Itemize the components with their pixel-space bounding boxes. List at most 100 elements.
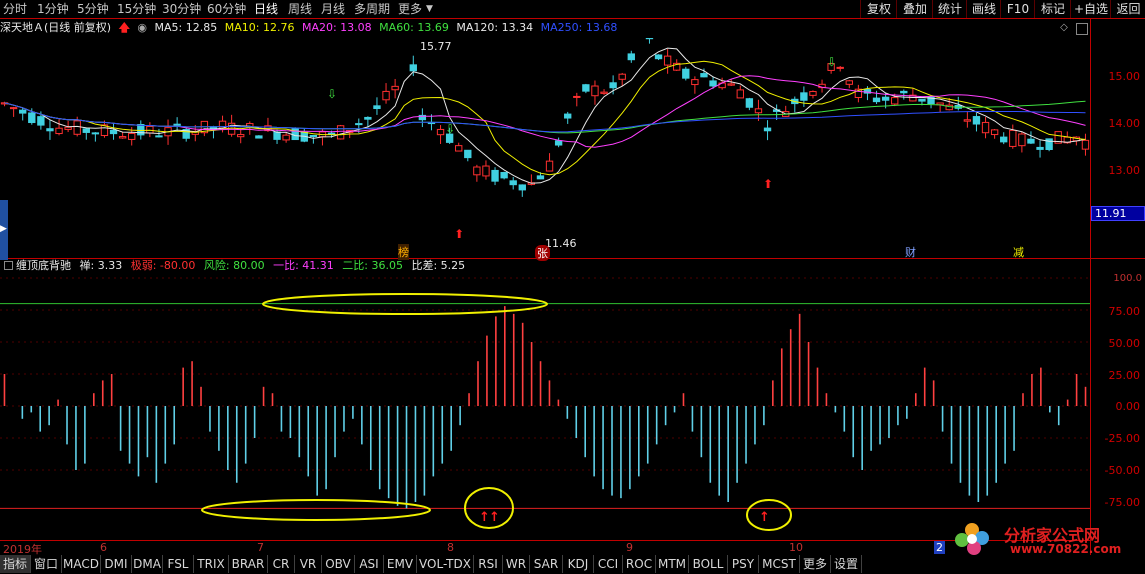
candlestick-chart[interactable]: ⬆ ⬆ ⇩ ⇩ ⇩ [0, 38, 1090, 258]
mark-button[interactable]: 标记 [1034, 0, 1071, 18]
candle-body [645, 38, 654, 40]
candle-body [709, 80, 717, 87]
tab-daily[interactable]: 日线 [254, 1, 278, 17]
back-button[interactable]: 返回 [1110, 0, 1145, 18]
ind-tick: -50.00 [1104, 464, 1140, 477]
f10-button[interactable]: F10 [1000, 0, 1035, 18]
indicator-tab-trix[interactable]: TRIX [194, 555, 229, 573]
date-label: 8 [447, 541, 454, 554]
candle-body [881, 96, 890, 101]
indicator-tab-mcst[interactable]: MCST [759, 555, 800, 573]
indicator-name[interactable]: 缠顶底背驰 [16, 259, 71, 272]
candle-body [109, 129, 118, 135]
candle-body [609, 82, 617, 89]
chevron-down-icon[interactable]: ▼ [426, 1, 433, 17]
tab-multi-period[interactable]: 多周期 [354, 1, 390, 17]
indicator-tab-asi[interactable]: ASI [355, 555, 384, 573]
candle-body [618, 73, 626, 80]
indicator-tab-roc[interactable]: ROC [623, 555, 656, 573]
ind-tick: -25.00 [1104, 432, 1140, 445]
candle-body [981, 121, 990, 134]
indicator-histogram[interactable]: ↑ ↑ ↑ [0, 274, 1090, 540]
indicator-tab-fsl[interactable]: FSL [163, 555, 194, 573]
tab-15min[interactable]: 15分钟 [117, 1, 156, 17]
candle-body [663, 55, 672, 66]
tab-60min[interactable]: 60分钟 [207, 1, 246, 17]
indicator-tab-更多[interactable]: 更多 [800, 555, 831, 573]
candle-body [1081, 139, 1090, 150]
tab-1min[interactable]: 1分钟 [37, 1, 69, 17]
tab-fenshi[interactable]: 分时 [3, 1, 27, 17]
indicator-tab-vol-tdx[interactable]: VOL-TDX [417, 555, 474, 573]
indicator-tab-cr[interactable]: CR [268, 555, 295, 573]
candle-body [554, 140, 563, 146]
indicator-tab-设置[interactable]: 设置 [831, 555, 862, 573]
candle-body [273, 131, 281, 140]
date-label: 10 [789, 541, 803, 554]
indicator-tab-指标[interactable]: 指标 [0, 555, 31, 573]
indicator-tab-wr[interactable]: WR [503, 555, 530, 573]
candle-body [1027, 138, 1035, 144]
candle-body [282, 134, 290, 141]
buy-signal-arrow-icon: ↑ [489, 510, 500, 525]
indicator-tab-macd[interactable]: MACD [62, 555, 101, 573]
indicator-tab-brar[interactable]: BRAR [229, 555, 268, 573]
up-arrow-icon: ⬆ [454, 227, 464, 241]
candle-body [745, 98, 754, 108]
candle-body [754, 108, 763, 114]
low-price-label: 11.46 [545, 237, 577, 250]
tab-5min[interactable]: 5分钟 [77, 1, 109, 17]
statistics-button[interactable]: 统计 [932, 0, 967, 18]
date-label: 6 [100, 541, 107, 554]
settings-circle-icon[interactable]: ◉ [137, 21, 147, 34]
tab-weekly[interactable]: 周线 [288, 1, 312, 17]
tab-30min[interactable]: 30分钟 [162, 1, 201, 17]
restore-rights-button[interactable]: 复权 [860, 0, 897, 18]
candle-body [9, 107, 18, 110]
event-marker-zhang[interactable]: 张 [535, 245, 550, 261]
tab-monthly[interactable]: 月线 [321, 1, 345, 17]
candle-body [872, 97, 881, 103]
indicator-tab-窗口[interactable]: 窗口 [31, 555, 62, 573]
candle-body [1009, 129, 1017, 147]
candle-body [473, 166, 481, 176]
event-marker-cai[interactable]: 财 [905, 244, 916, 260]
candle-body [509, 180, 517, 186]
candle-body [809, 91, 817, 96]
draw-line-button[interactable]: 画线 [966, 0, 1001, 18]
candle-body [700, 73, 708, 78]
indicator-tab-psy[interactable]: PSY [728, 555, 759, 573]
indicator-tab-emv[interactable]: EMV [384, 555, 417, 573]
candle-body [409, 64, 417, 72]
indicator-tab-dma[interactable]: DMA [132, 555, 163, 573]
candle-body [763, 127, 772, 132]
indicator-tab-rsi[interactable]: RSI [474, 555, 503, 573]
tab-more[interactable]: 更多 [398, 1, 422, 17]
candle-body [64, 126, 72, 130]
indicator-tab-kdj[interactable]: KDJ [563, 555, 594, 573]
indicator-tab-dmi[interactable]: DMI [101, 555, 132, 573]
diamond-icon[interactable]: ◇ [1058, 22, 1070, 34]
indicator-tab-cci[interactable]: CCI [594, 555, 623, 573]
candle-body [500, 172, 508, 179]
indicator-value-risk: 风险: 80.00 [203, 259, 265, 272]
high-price-label: 15.77 [420, 40, 452, 53]
watermark: 分析家公式网 www.70822.com [948, 518, 1145, 558]
indicator-tab-mtm[interactable]: MTM [656, 555, 689, 573]
moving-average-line [4, 75, 1086, 148]
event-marker-jian[interactable]: 减 [1013, 244, 1024, 260]
indicator-tab-boll[interactable]: BOLL [689, 555, 728, 573]
indicator-tab-obv[interactable]: OBV [322, 555, 355, 573]
candle-body [545, 160, 554, 172]
window-toggle-icon[interactable] [1076, 23, 1088, 35]
candle-body [536, 175, 545, 180]
candle-body [736, 89, 744, 99]
indicator-tab-vr[interactable]: VR [295, 555, 322, 573]
overlay-button[interactable]: 叠加 [896, 0, 933, 18]
indicator-expand-icon[interactable] [4, 261, 13, 270]
candle-body [391, 85, 399, 91]
add-watchlist-button[interactable]: +自选 [1070, 0, 1111, 18]
frame-top-line [0, 18, 1145, 19]
indicator-tab-sar[interactable]: SAR [530, 555, 563, 573]
candle-body [591, 85, 599, 97]
